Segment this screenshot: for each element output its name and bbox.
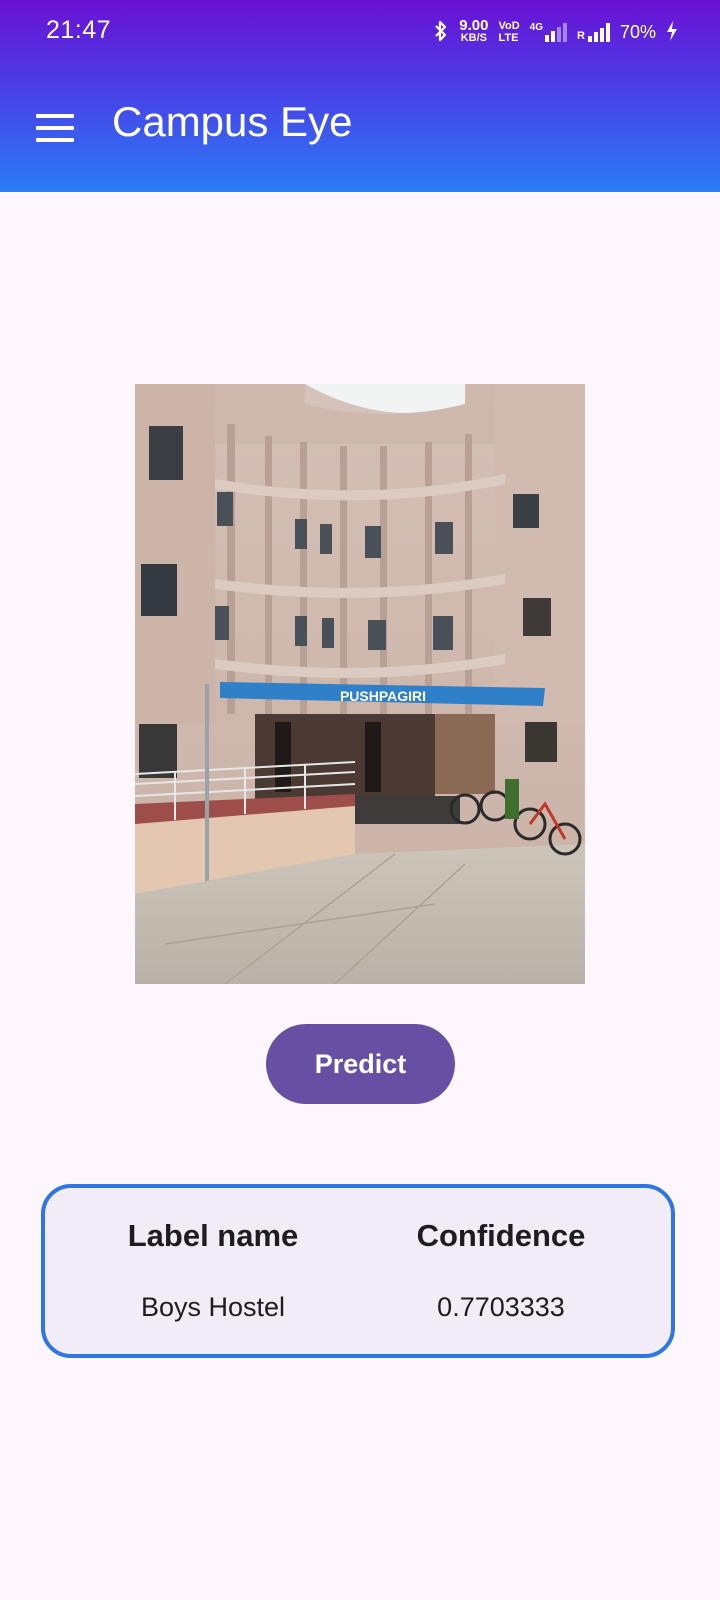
status-bar: 21:47 9.00 KB/S VoD LTE 4G R 70% <box>0 0 720 64</box>
network-type-label: 4G <box>529 22 544 33</box>
signal-icon-roaming: R <box>577 22 610 42</box>
volte-indicator: VoD LTE <box>498 20 519 44</box>
label-name-header: Label name <box>127 1218 299 1253</box>
app-title: Campus Eye <box>112 98 353 145</box>
confidence-value: 0.7703333 <box>437 1292 565 1322</box>
volte-bottom: LTE <box>498 32 519 44</box>
hamburger-menu-icon[interactable] <box>36 114 74 142</box>
confidence-header: Confidence <box>416 1218 586 1253</box>
predict-button[interactable]: Predict <box>266 1024 455 1104</box>
signal-icon <box>545 22 568 42</box>
net-speed-unit: KB/S <box>460 32 488 44</box>
status-icons: 9.00 KB/S VoD LTE 4G R 70% <box>433 16 678 48</box>
status-time: 21:47 <box>46 16 112 44</box>
network-type: 4G <box>529 22 568 42</box>
net-speed-value: 9.00 <box>459 17 489 34</box>
app-bar: Campus Eye <box>0 64 720 192</box>
bluetooth-icon <box>433 19 449 46</box>
volte-top: VoD <box>498 20 520 32</box>
net-speed: 9.00 KB/S <box>459 17 489 44</box>
label-value: Boys Hostel <box>140 1292 286 1322</box>
results-card: Label name Boys Hostel Confidence 0.7703… <box>41 1184 675 1358</box>
charging-icon <box>666 20 678 44</box>
roaming-label: R <box>577 30 585 42</box>
sign-text: PUSHPAGIRI <box>340 688 426 704</box>
building-photo: PUSHPAGIRI <box>134 384 585 985</box>
battery-percent: 70% <box>619 21 656 42</box>
signal-bars-icon <box>587 22 610 42</box>
